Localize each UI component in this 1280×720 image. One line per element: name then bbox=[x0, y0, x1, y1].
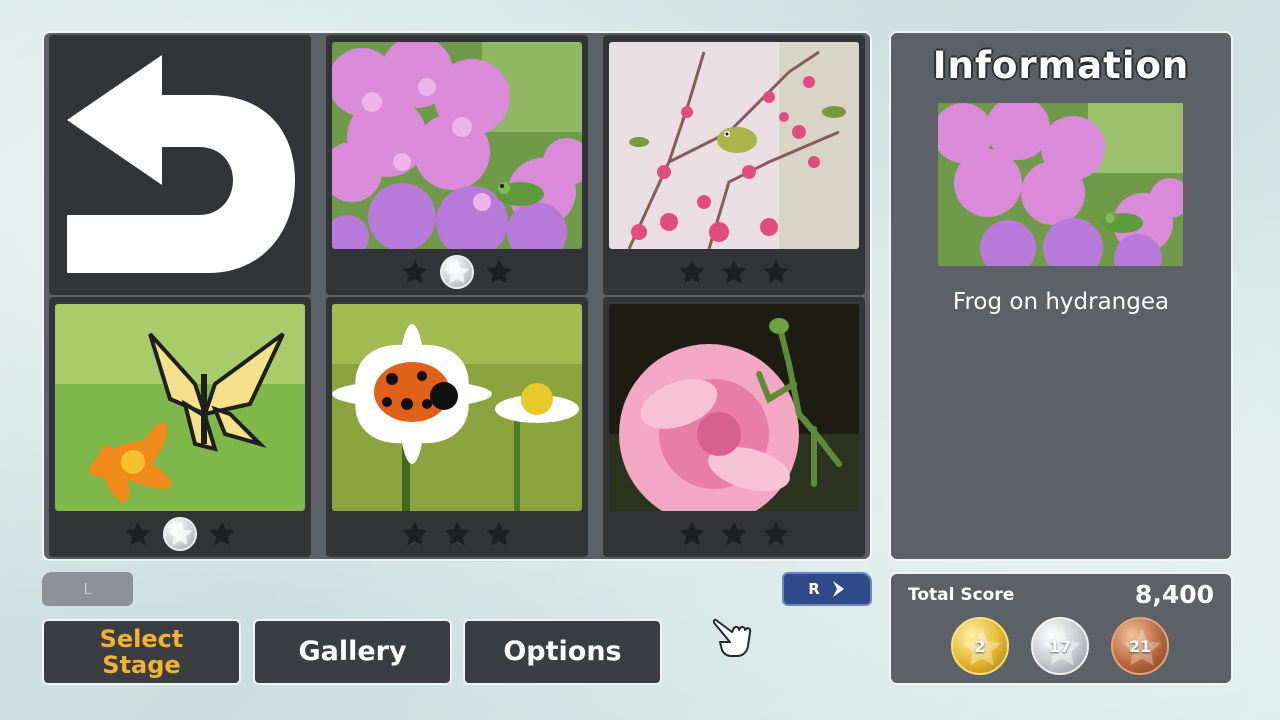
stage-tile-mantis-rose[interactable] bbox=[603, 297, 865, 557]
l-button-label: L bbox=[83, 580, 92, 598]
empty-star-icon bbox=[717, 255, 751, 289]
empty-star-icon bbox=[205, 517, 239, 551]
stage-photo bbox=[55, 304, 305, 511]
gallery-button[interactable]: Gallery bbox=[253, 619, 452, 685]
gold-medal-icon: 2 bbox=[951, 617, 1009, 675]
stage-tile-ladybug-daisy[interactable] bbox=[326, 297, 588, 557]
stage-tile-hydrangea-frog[interactable] bbox=[326, 35, 588, 295]
stage-photo bbox=[609, 42, 859, 249]
select-stage-label-line2: Stage bbox=[102, 651, 181, 679]
star-rating bbox=[326, 255, 588, 289]
total-score-value: 8,400 bbox=[1134, 580, 1214, 609]
silver-star-icon bbox=[163, 517, 197, 551]
select-stage-label-line1: Select bbox=[99, 625, 184, 653]
stage-photo bbox=[609, 304, 859, 511]
gold-medal-count: 2 bbox=[974, 636, 986, 656]
stage-tile-swallowtail-butterfly[interactable] bbox=[49, 297, 311, 557]
star-rating bbox=[49, 517, 311, 551]
empty-star-icon bbox=[759, 517, 793, 551]
information-caption: Frog on hydrangea bbox=[952, 289, 1170, 315]
silver-star-icon bbox=[440, 255, 474, 289]
bronze-medal-count: 21 bbox=[1128, 636, 1152, 656]
chevron-right-icon bbox=[832, 581, 844, 597]
back-arrow-icon bbox=[67, 55, 295, 273]
r-button-label: R bbox=[808, 580, 820, 598]
empty-star-icon bbox=[675, 255, 709, 289]
l-shoulder-button[interactable]: L bbox=[42, 572, 133, 606]
bronze-medal-icon: 21 bbox=[1111, 617, 1169, 675]
empty-star-icon bbox=[398, 255, 432, 289]
empty-star-icon bbox=[759, 255, 793, 289]
empty-star-icon bbox=[482, 255, 516, 289]
options-button[interactable]: Options bbox=[463, 619, 662, 685]
back-tile[interactable] bbox=[49, 35, 311, 295]
empty-star-icon bbox=[717, 517, 751, 551]
gallery-label: Gallery bbox=[298, 636, 407, 667]
stage-photo bbox=[332, 42, 582, 249]
total-score-label: Total Score bbox=[908, 585, 1015, 605]
r-shoulder-button[interactable]: R bbox=[782, 572, 872, 606]
stage-photo bbox=[332, 304, 582, 511]
empty-star-icon bbox=[440, 517, 474, 551]
star-rating bbox=[326, 517, 588, 551]
stage-tile-plum-white-eye[interactable] bbox=[603, 35, 865, 295]
information-preview-image bbox=[938, 103, 1183, 266]
empty-star-icon bbox=[482, 517, 516, 551]
information-title: Information bbox=[932, 44, 1190, 87]
star-rating bbox=[603, 255, 865, 289]
empty-star-icon bbox=[398, 517, 432, 551]
options-label: Options bbox=[503, 636, 622, 667]
empty-star-icon bbox=[675, 517, 709, 551]
silver-medal-count: 17 bbox=[1048, 636, 1072, 656]
hand-pointer-icon bbox=[712, 618, 752, 657]
star-rating bbox=[603, 517, 865, 551]
silver-medal-icon: 17 bbox=[1031, 617, 1089, 675]
select-stage-button[interactable]: Select Stage bbox=[42, 619, 241, 685]
empty-star-icon bbox=[121, 517, 155, 551]
